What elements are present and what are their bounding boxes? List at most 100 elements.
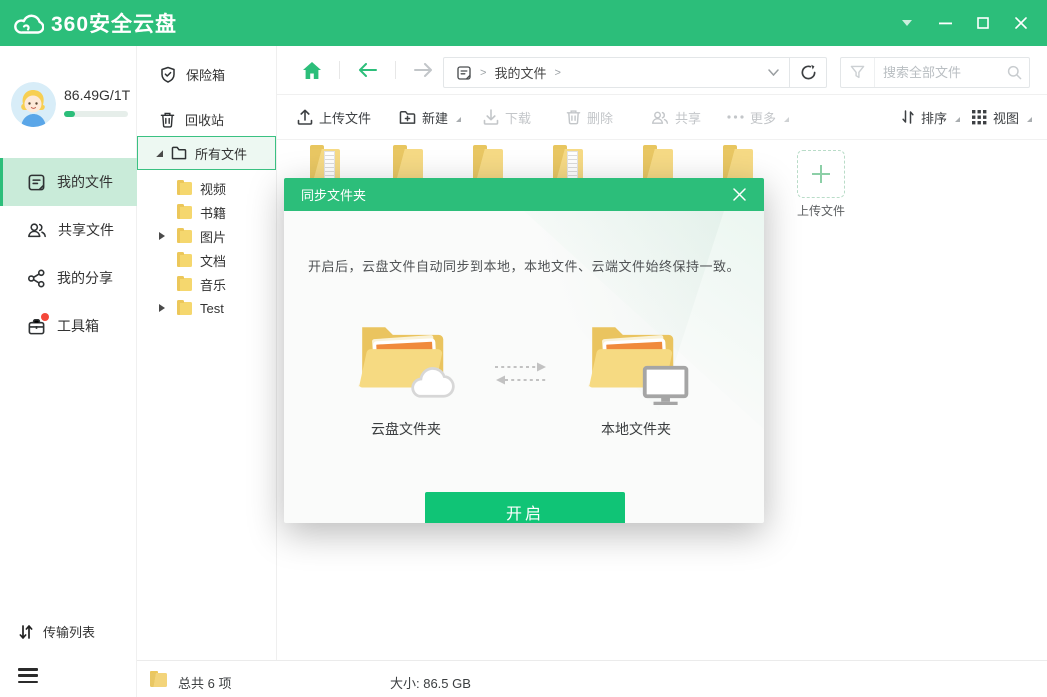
caret-expanded-icon[interactable]	[155, 149, 163, 157]
folder-tile[interactable]	[473, 145, 503, 181]
caret-collapsed-icon[interactable]	[159, 304, 165, 312]
folder-tile[interactable]	[723, 145, 753, 181]
transfer-list-button[interactable]: 传输列表	[18, 622, 95, 641]
breadcrumb-bar: > 我的文件 >	[443, 57, 827, 88]
folder-tile[interactable]	[553, 145, 583, 181]
user-block: 86.49G/1T	[11, 82, 131, 138]
breadcrumb-root[interactable]: 我的文件	[494, 63, 546, 82]
tree-child-test[interactable]: Test	[137, 296, 277, 320]
dropdown-corner-icon	[1025, 112, 1032, 122]
tree-item-vault[interactable]: 保险箱	[160, 62, 225, 86]
tree-child-music[interactable]: 音乐	[137, 272, 277, 296]
storage-progress-fill	[64, 111, 75, 117]
tree-child-video[interactable]: 视频	[137, 176, 277, 200]
shield-check-icon	[160, 66, 176, 83]
filter-funnel-icon[interactable]	[841, 58, 875, 87]
drop-upload-arrow-icon[interactable]	[893, 9, 921, 37]
back-button[interactable]	[357, 59, 379, 81]
folder-icon	[177, 278, 192, 291]
dialog-close-button[interactable]	[728, 184, 750, 206]
storage-progress-bar	[64, 111, 128, 117]
cloud-folder-illustration: 云盘文件夹	[346, 313, 466, 439]
dropdown-corner-icon	[454, 112, 461, 122]
sidebar-item-my-shares[interactable]: 我的分享	[0, 254, 137, 302]
menu-hamburger-icon[interactable]	[18, 668, 38, 683]
forward-button[interactable]	[412, 59, 434, 81]
upload-tile-label: 上传文件	[785, 202, 857, 219]
new-folder-icon	[399, 110, 416, 125]
more-button[interactable]: 更多	[727, 106, 789, 128]
people-icon	[651, 110, 669, 125]
avatar[interactable]	[11, 82, 56, 127]
dropdown-corner-icon	[953, 112, 960, 122]
app-title: 360安全云盘	[51, 8, 177, 38]
folder-tree-panel: 保险箱 回收站 所有文件 视频 书籍	[137, 46, 277, 660]
dialog-header: 同步文件夹	[284, 178, 764, 211]
ellipsis-icon	[727, 115, 744, 119]
sidebar-item-toolbox[interactable]: 工具箱	[0, 302, 137, 350]
folder-outline-icon	[171, 146, 187, 160]
upload-icon	[297, 109, 313, 125]
status-bar: 总共 6 项 大小: 86.5 GB	[137, 660, 1047, 697]
close-button[interactable]	[1007, 9, 1035, 37]
tree-child-label: 图片	[200, 227, 226, 246]
dialog-title: 同步文件夹	[301, 185, 728, 204]
maximize-button[interactable]	[969, 9, 997, 37]
sync-arrows-icon	[491, 361, 551, 387]
left-sidebar: 86.49G/1T 我的文件 共享文件 我的分享	[0, 46, 137, 697]
sidebar-item-shared-files[interactable]: 共享文件	[0, 206, 137, 254]
new-folder-button[interactable]: 新建	[399, 106, 461, 128]
tree-child-label: 书籍	[200, 203, 226, 222]
sort-button[interactable]: 排序	[901, 106, 960, 128]
folder-tile[interactable]	[393, 145, 423, 181]
folder-icon	[177, 302, 192, 315]
sidebar-item-label: 工具箱	[57, 316, 99, 336]
button-label: 共享	[675, 108, 701, 127]
tree-child-books[interactable]: 书籍	[137, 200, 277, 224]
navigation-bar: > 我的文件 >	[277, 46, 1047, 95]
grid-view-icon	[972, 110, 987, 125]
main-area: > 我的文件 >	[277, 46, 1047, 660]
delete-button[interactable]: 删除	[566, 106, 613, 128]
tree-item-recycle-bin[interactable]: 回收站	[160, 107, 224, 131]
chevron-down-icon[interactable]	[768, 69, 779, 76]
cloud-logo-icon	[14, 12, 44, 35]
download-icon	[483, 109, 499, 125]
search-icon[interactable]	[999, 65, 1029, 80]
tree-child-label: Test	[200, 301, 224, 316]
status-total-items: 总共 6 项	[178, 673, 231, 692]
folder-tile[interactable]	[643, 145, 673, 181]
trash-icon	[566, 109, 581, 125]
upload-tile[interactable]	[797, 150, 845, 198]
notification-badge	[41, 313, 49, 321]
folder-tile[interactable]	[310, 145, 340, 181]
download-button[interactable]: 下载	[483, 106, 531, 128]
sidebar-menu: 我的文件 共享文件 我的分享 工具箱	[0, 158, 137, 350]
upload-file-button[interactable]: 上传文件	[297, 106, 371, 128]
enable-sync-button[interactable]: 开启	[425, 492, 625, 523]
tree-item-label: 保险箱	[186, 65, 225, 84]
tree-child-documents[interactable]: 文档	[137, 248, 277, 272]
tree-child-pictures[interactable]: 图片	[137, 224, 277, 248]
tree-item-all-files[interactable]: 所有文件	[137, 136, 276, 170]
button-label: 更多	[750, 108, 776, 127]
minimize-button[interactable]	[931, 9, 959, 37]
local-folder-illustration: 本地文件夹	[576, 313, 696, 439]
search-input[interactable]	[875, 65, 999, 80]
folder-icon	[177, 206, 192, 219]
people-icon	[27, 221, 47, 239]
view-button[interactable]: 视图	[972, 106, 1032, 128]
sidebar-item-label: 共享文件	[58, 220, 114, 240]
home-button[interactable]	[301, 59, 323, 81]
document-icon	[27, 173, 46, 192]
breadcrumb-separator: >	[554, 67, 560, 79]
sidebar-item-my-files[interactable]: 我的文件	[0, 158, 137, 206]
button-label: 视图	[993, 108, 1019, 127]
breadcrumb: > 我的文件 >	[444, 63, 768, 82]
refresh-button[interactable]	[790, 57, 826, 88]
storage-usage: 86.49G/1T	[64, 87, 130, 103]
caret-collapsed-icon[interactable]	[159, 232, 165, 240]
action-toolbar: 上传文件 新建 下载 删除	[277, 95, 1047, 140]
share-button[interactable]: 共享	[651, 106, 701, 128]
app-logo: 360安全云盘	[14, 8, 177, 38]
